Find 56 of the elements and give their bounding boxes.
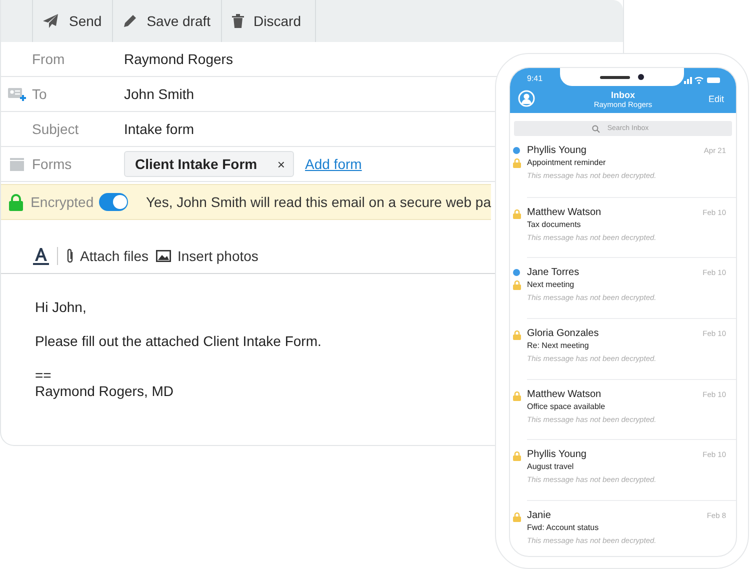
field-label: Subject xyxy=(32,121,80,137)
field-label: From xyxy=(32,51,66,67)
insert-photos-button[interactable]: Insert photos xyxy=(156,248,258,264)
lock-icon xyxy=(8,194,23,210)
contact-card-add-icon[interactable] xyxy=(8,87,26,101)
lock-icon xyxy=(513,451,521,462)
encryption-message: Yes, John Smith will read this email on a secure web pa xyxy=(146,194,491,210)
lock-icon xyxy=(513,158,521,168)
lock-icon xyxy=(513,512,521,522)
message-paragraph: == Raymond Rogers, MD xyxy=(35,367,174,399)
sender-name: Phyllis Young xyxy=(527,449,586,460)
form-name: Client Intake Form xyxy=(135,156,258,172)
remove-button[interactable]: × xyxy=(277,156,285,172)
sender-name: Janie xyxy=(527,510,551,522)
image-icon xyxy=(156,250,172,262)
lock-icon xyxy=(513,390,521,401)
avatar-icon[interactable] xyxy=(518,90,535,107)
encryption-toggle[interactable] xyxy=(99,193,128,211)
field-label: To xyxy=(32,86,48,102)
inbox-title: Inbox xyxy=(611,91,635,100)
message-paragraph: Hi John, xyxy=(35,299,86,315)
trash-icon xyxy=(232,14,244,28)
lock-icon xyxy=(513,330,521,340)
form-icon xyxy=(10,158,24,170)
paperclip-icon xyxy=(66,248,74,264)
sender-name: Jane Torres xyxy=(527,267,580,278)
message-subject: Next meeting xyxy=(527,280,576,290)
message-paragraph: Please fill out the attached Client Intake Form. xyxy=(35,333,322,349)
text-format-icon[interactable] xyxy=(33,247,49,265)
field-value[interactable]: Raymond Rogers xyxy=(124,51,233,67)
message-subject: Office space available xyxy=(527,402,606,411)
pencil-icon xyxy=(122,14,137,28)
message-subject: Re: Next meeting xyxy=(527,341,590,350)
message-subject: Fwd: Account status xyxy=(527,523,600,532)
message-subject: Appointment reminder xyxy=(527,158,607,167)
sender-name: Gloria Gonzales xyxy=(527,328,599,340)
message-subject: Tax documents xyxy=(527,220,582,229)
lock-icon xyxy=(513,280,521,290)
field-value[interactable]: John Smith xyxy=(124,86,194,102)
field-label: Encrypted xyxy=(30,194,95,210)
message-subject: August travel xyxy=(527,462,575,472)
toolbar-button[interactable]: Save draft xyxy=(112,0,221,42)
lock-icon xyxy=(513,208,521,219)
field-label: Forms xyxy=(32,156,73,172)
sender-name: Phyllis Young xyxy=(527,145,586,156)
signal-wifi-battery-icon xyxy=(684,76,722,84)
toolbar-button[interactable]: Discard xyxy=(220,0,316,42)
toolbar-button[interactable]: Send xyxy=(32,0,112,42)
paper-plane-icon xyxy=(43,14,59,28)
sender-name: Matthew Watson xyxy=(527,388,602,400)
status-time: 9:41 xyxy=(527,74,543,83)
add-form-link[interactable]: Add form xyxy=(305,156,362,172)
attach-files-button[interactable]: Attach files xyxy=(66,248,148,264)
search-icon xyxy=(592,124,600,132)
sender-name: Matthew Watson xyxy=(527,206,602,218)
field-value[interactable]: Intake form xyxy=(124,121,194,137)
